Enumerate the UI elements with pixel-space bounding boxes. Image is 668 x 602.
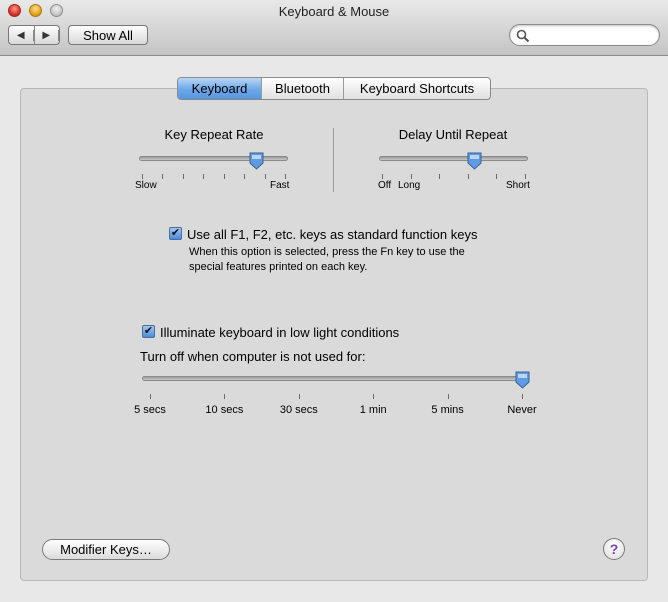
delay-repeat-tick <box>382 174 383 179</box>
fn-keys-label[interactable]: Use all F1, F2, etc. keys as standard fu… <box>187 227 477 242</box>
window-title: Keyboard & Mouse <box>278 4 390 19</box>
delay-repeat-tick <box>439 174 441 179</box>
key-repeat-tick <box>244 174 246 179</box>
key-repeat-slow-label: Slow <box>135 180 157 191</box>
window-titlebar: Keyboard & Mouse ◀ ▶ Show All <box>0 0 668 56</box>
forward-arrow-icon: ▶ <box>35 29 59 41</box>
delay-until-repeat-label: Delay Until Repeat <box>398 127 508 142</box>
checkmark-icon: ✔ <box>143 325 154 337</box>
modifier-keys-button[interactable]: Modifier Keys… <box>42 539 170 560</box>
key-repeat-tick <box>203 174 205 179</box>
delay-repeat-tick <box>467 174 469 179</box>
turn-off-label: Turn off when computer is not used for: <box>140 349 366 364</box>
illumination-tick-label: 1 min <box>359 404 387 416</box>
tab-keyboard[interactable]: Keyboard <box>178 78 262 99</box>
fn-keys-description-line1: When this option is selected, press the … <box>189 246 465 258</box>
search-icon <box>516 29 530 43</box>
fn-keys-checkbox[interactable]: ✔ <box>169 227 182 240</box>
key-repeat-tick <box>223 174 225 179</box>
back-button[interactable]: ◀ <box>9 26 35 44</box>
key-repeat-tick <box>182 174 184 179</box>
back-arrow-icon: ◀ <box>9 29 34 41</box>
illumination-tick-label: 5 mins <box>431 404 464 416</box>
help-button[interactable]: ? <box>603 538 625 560</box>
key-repeat-tick <box>264 174 266 179</box>
delay-short-label: Short <box>506 180 530 191</box>
search-field[interactable] <box>509 24 660 46</box>
forward-button[interactable]: ▶ <box>35 26 59 44</box>
delay-until-repeat-slider-knob[interactable] <box>467 152 482 170</box>
key-repeat-rate-track[interactable] <box>139 156 288 161</box>
illumination-tick-label: 5 secs <box>134 404 166 416</box>
illumination-tick <box>150 394 151 399</box>
illuminate-keyboard-label[interactable]: Illuminate keyboard in low light conditi… <box>160 325 399 340</box>
delay-repeat-tick <box>525 174 526 179</box>
delay-long-label: Long <box>398 180 421 191</box>
illumination-tick <box>447 394 449 399</box>
help-icon: ? <box>609 541 619 557</box>
illumination-timeout-slider-knob[interactable] <box>515 371 530 389</box>
illuminate-keyboard-checkbox[interactable]: ✔ <box>142 325 155 338</box>
checkmark-icon: ✔ <box>170 227 181 239</box>
key-repeat-tick <box>142 174 143 179</box>
illumination-tick-label: Never <box>507 404 537 416</box>
illumination-tick-label: 10 secs <box>205 404 244 416</box>
tab-keyboard-shortcuts[interactable]: Keyboard Shortcuts <box>344 78 490 99</box>
show-all-button[interactable]: Show All <box>68 25 148 45</box>
key-repeat-rate-slider-knob[interactable] <box>249 152 264 170</box>
delay-repeat-tick <box>496 174 498 179</box>
back-forward-control: ◀ ▶ <box>8 25 60 45</box>
slider-divider <box>333 128 334 192</box>
delay-until-repeat-track[interactable] <box>379 156 528 161</box>
fn-keys-description-line2: special features printed on each key. <box>189 261 368 273</box>
key-repeat-tick <box>285 174 286 179</box>
illumination-timeout-track[interactable] <box>142 376 528 381</box>
illumination-tick-label: 30 secs <box>279 404 318 416</box>
tab-bluetooth[interactable]: Bluetooth <box>262 78 344 99</box>
illumination-tick <box>373 394 375 399</box>
key-repeat-rate-label: Key Repeat Rate <box>164 127 264 142</box>
delay-repeat-tick <box>410 174 412 179</box>
delay-off-label: Off <box>378 180 392 191</box>
illumination-tick <box>522 394 523 399</box>
key-repeat-fast-label: Fast <box>270 180 290 191</box>
illumination-tick <box>298 394 300 399</box>
illumination-tick <box>224 394 226 399</box>
tab-bar: Keyboard Bluetooth Keyboard Shortcuts <box>177 77 491 100</box>
key-repeat-tick <box>162 174 164 179</box>
